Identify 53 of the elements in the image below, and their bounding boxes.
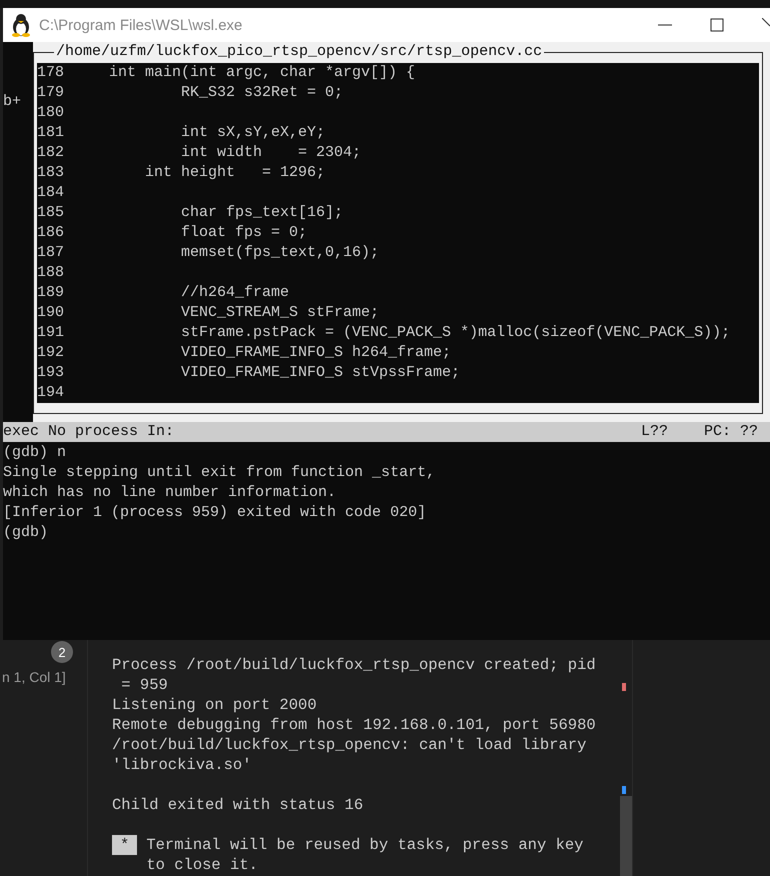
console-line: which has no line number information. xyxy=(3,483,338,503)
code-line: int width = 2304; xyxy=(180,143,362,163)
code-line: VENC_STREAM_S stFrame; xyxy=(180,303,380,323)
console-line: (gdb) n xyxy=(3,443,68,463)
terminal-line: = 959 xyxy=(120,676,168,694)
key-badge: * xyxy=(112,835,138,855)
terminal-line: Remote debugging from host 192.168.0.101, port 56980 xyxy=(112,716,596,734)
line-number: 189 xyxy=(37,283,66,303)
code-line: //h264_frame xyxy=(180,283,290,303)
line-number: 184 xyxy=(37,183,66,203)
count-badge: 2 xyxy=(51,641,73,663)
console-line: [Inferior 1 (process 959) exited with code 020] xyxy=(3,503,428,523)
status-text: exec No process In: xyxy=(3,422,176,442)
terminal-notice: Terminal will be reused by tasks, press any key to close it. xyxy=(146,835,584,875)
code-line: int main(int argc, char *argv[]) { xyxy=(108,63,416,83)
console-line: Single stepping until exit from function _start, xyxy=(3,463,436,483)
terminal-line: Listening on port 2000 xyxy=(112,696,317,714)
code-line: stFrame.pstPack = (VENC_PACK_S *)malloc(sizeof(VENC_PACK_S)); xyxy=(180,323,730,343)
cursor-position: n 1, Col 1] xyxy=(2,669,66,685)
line-number: 186 xyxy=(37,223,66,243)
code-line: float fps = 0; xyxy=(180,223,308,243)
line-number: 191 xyxy=(37,323,66,343)
console-line: (gdb) xyxy=(3,523,50,543)
line-number: 194 xyxy=(37,383,66,403)
code-line: memset(fps_text,0,16); xyxy=(180,243,380,263)
code-line: char fps_text[16]; xyxy=(180,203,344,223)
terminal-line: /root/build/luckfox_rtsp_opencv: can't load library xyxy=(112,736,586,754)
status-line-number: L?? xyxy=(640,422,668,442)
breakpoint-marker: b+ xyxy=(3,93,22,110)
line-number: 178 xyxy=(37,63,66,83)
line-number: 185 xyxy=(37,203,66,223)
terminal-line: 'librockiva.so' xyxy=(112,756,252,774)
line-number: 190 xyxy=(37,303,66,323)
line-number: 187 xyxy=(37,243,66,263)
line-number: 192 xyxy=(37,343,66,363)
penguin-icon xyxy=(11,13,31,37)
line-number: 181 xyxy=(37,123,66,143)
window-title: C:\Program Files\WSL\wsl.exe xyxy=(39,16,244,34)
maximize-icon[interactable] xyxy=(710,18,724,32)
line-number: 183 xyxy=(37,163,66,183)
terminal-line: Process /root/build/luckfox_rtsp_opencv created; pid xyxy=(112,656,596,674)
line-number: 188 xyxy=(37,263,66,283)
code-line: VIDEO_FRAME_INFO_S stVpssFrame; xyxy=(180,363,460,383)
code-line: int height = 1296; xyxy=(144,163,326,183)
line-number: 180 xyxy=(37,103,66,123)
line-number: 193 xyxy=(37,363,66,383)
line-number: 182 xyxy=(37,143,66,163)
line-number: 179 xyxy=(37,83,66,103)
status-pc: PC: ?? xyxy=(704,422,758,442)
code-line: RK_S32 s32Ret = 0; xyxy=(180,83,344,103)
code-line: int sX,sY,eX,eY; xyxy=(180,123,326,143)
code-line: VIDEO_FRAME_INFO_S h264_frame; xyxy=(180,343,452,363)
terminal-line: Child exited with status 16 xyxy=(112,796,364,814)
